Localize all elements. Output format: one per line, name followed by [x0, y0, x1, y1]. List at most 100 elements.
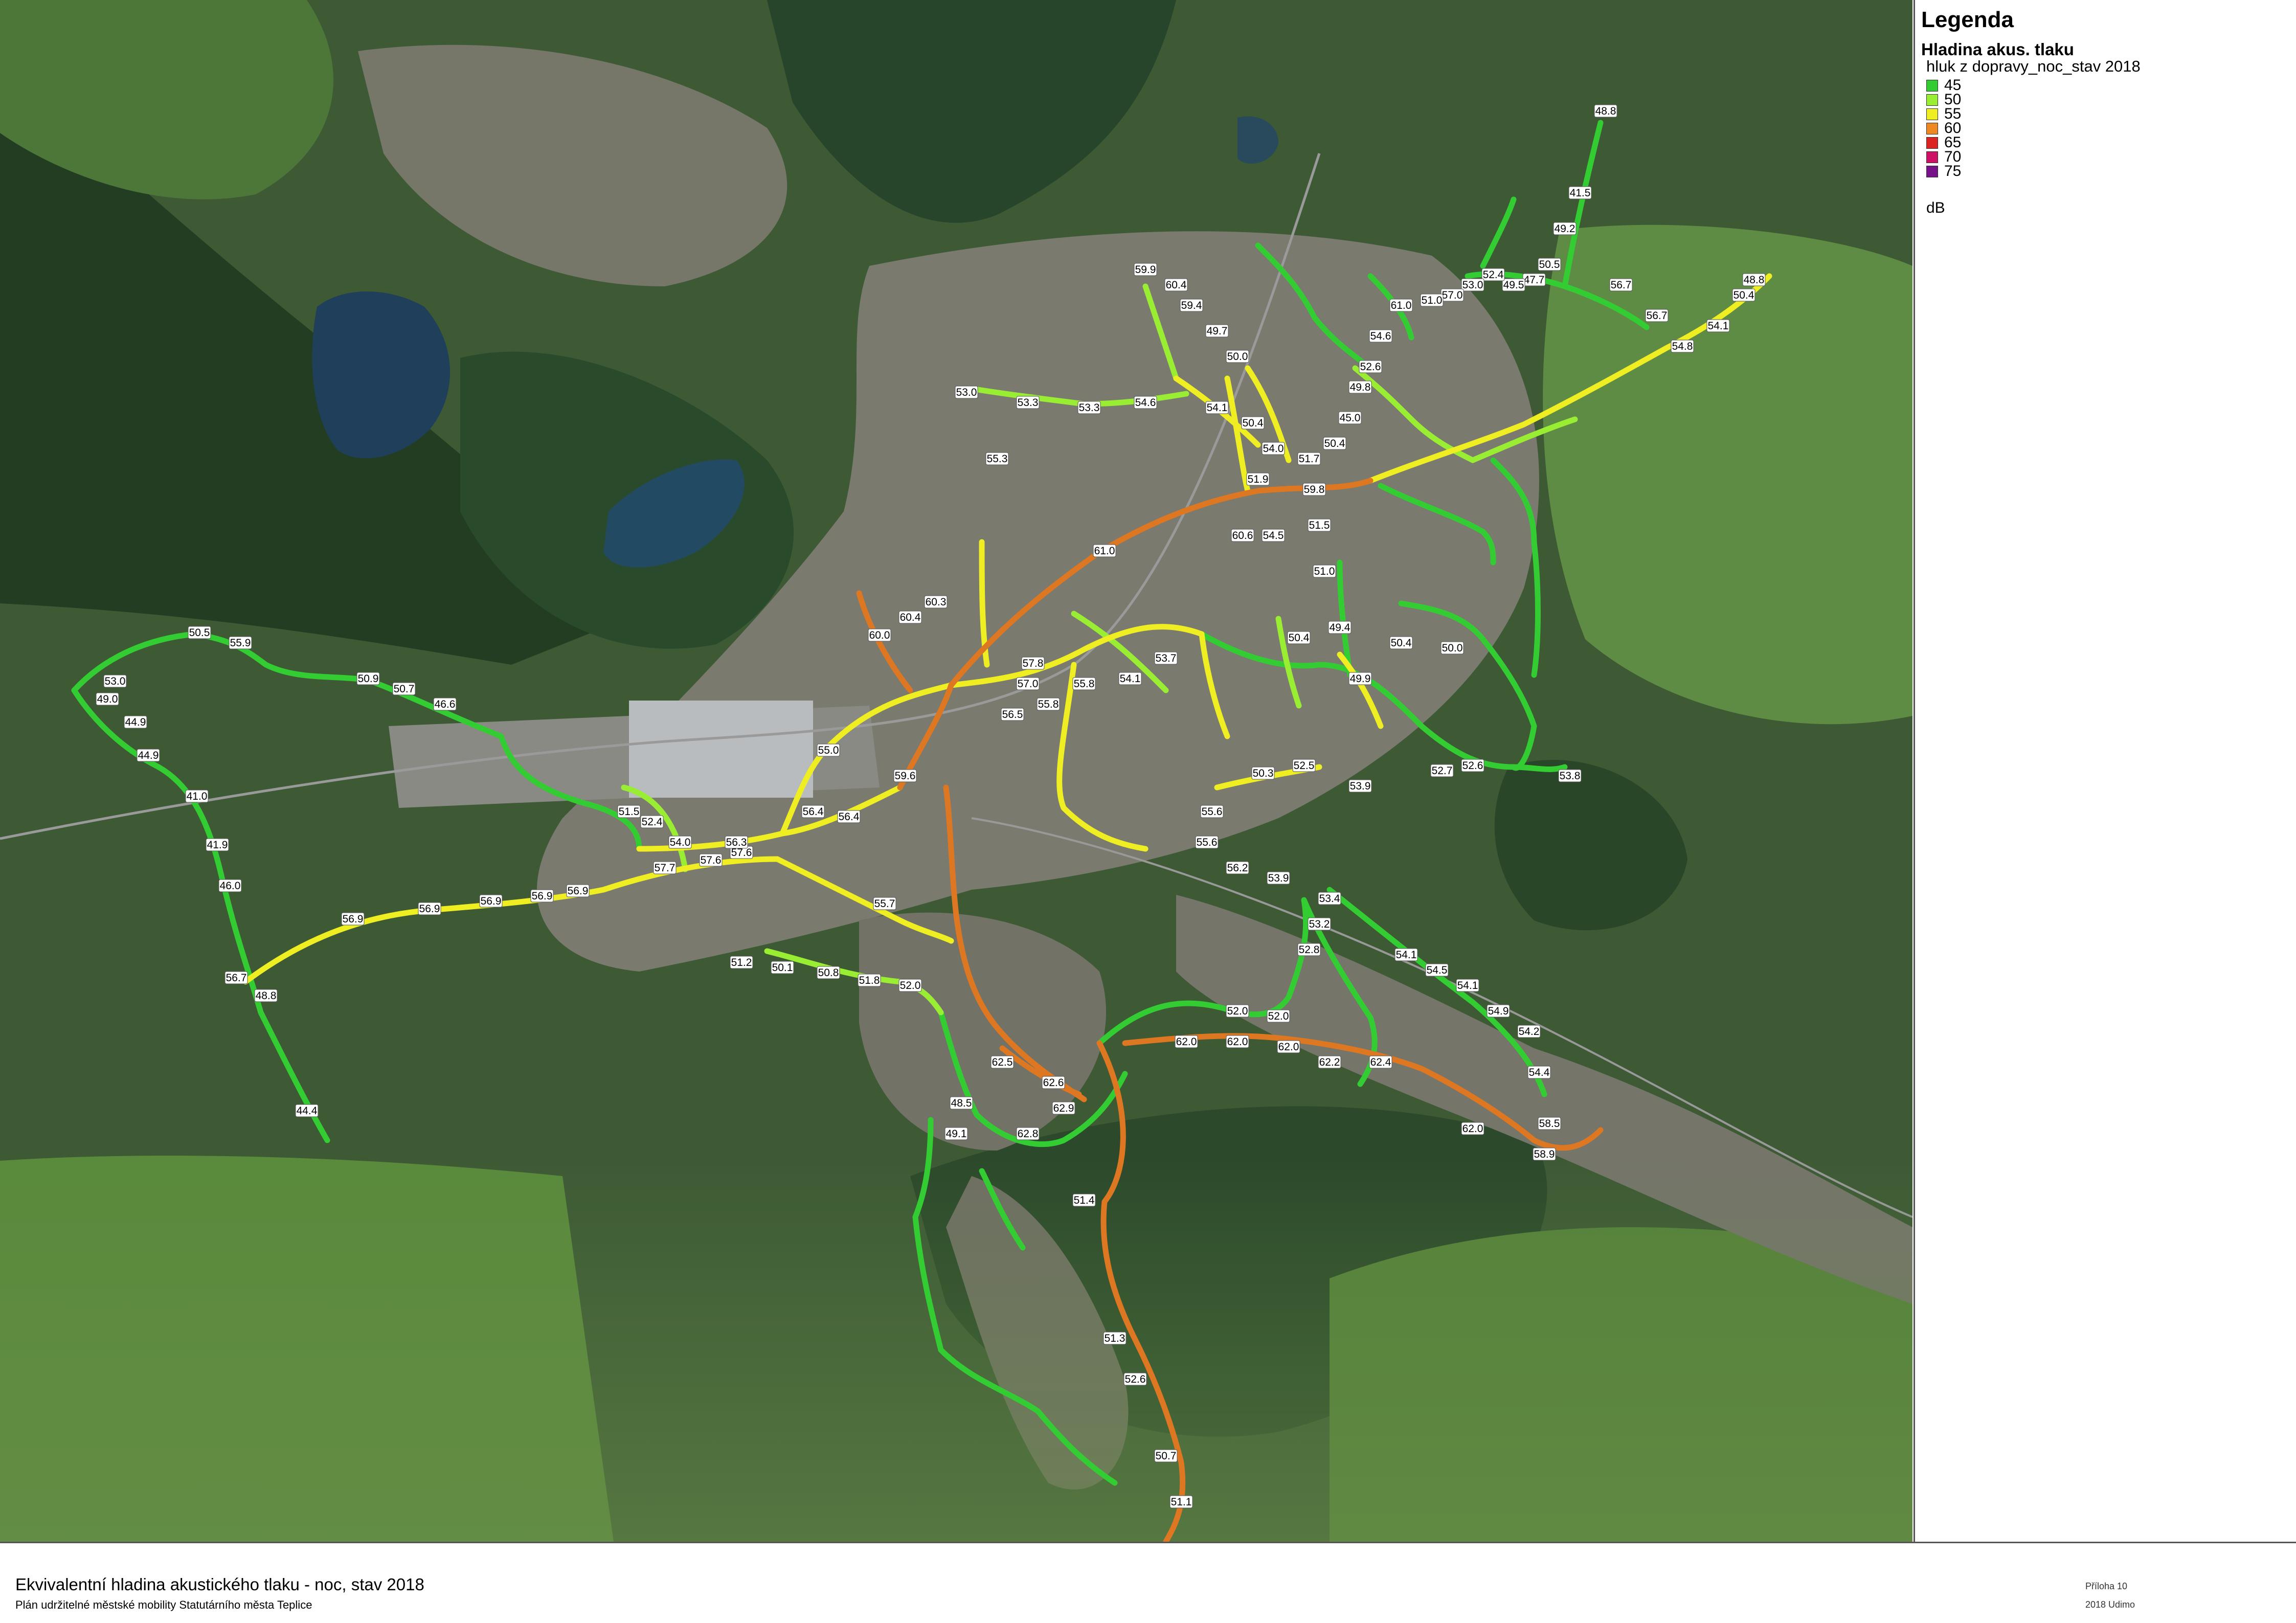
road-noise-label: 52.6 — [1461, 759, 1484, 772]
svg-text:54.1: 54.1 — [1708, 320, 1729, 332]
legend-swatch — [1926, 79, 1938, 92]
svg-text:62.0: 62.0 — [1462, 1123, 1483, 1135]
road-noise-label: 56.7 — [224, 971, 248, 984]
road-noise-label: 62.5 — [991, 1055, 1014, 1069]
road-noise-label: 51.9 — [1246, 472, 1270, 486]
svg-text:45.0: 45.0 — [1340, 412, 1361, 424]
road-noise-label: 55.8 — [1072, 677, 1096, 690]
svg-text:61.0: 61.0 — [1094, 545, 1115, 557]
road-noise-label: 52.7 — [1430, 764, 1454, 777]
svg-text:53.0: 53.0 — [956, 387, 977, 398]
svg-text:51.2: 51.2 — [731, 957, 752, 968]
svg-text:52.4: 52.4 — [1483, 269, 1504, 281]
svg-text:46.6: 46.6 — [435, 698, 456, 710]
svg-text:53.8: 53.8 — [1560, 770, 1581, 782]
legend-swatch — [1926, 151, 1938, 163]
road-noise-label: 52.4 — [1481, 268, 1505, 281]
road-noise-label: 55.0 — [817, 743, 840, 757]
road-noise-label: 53.3 — [1077, 401, 1101, 414]
road-noise-label: 53.0 — [103, 674, 127, 688]
road-noise-label: 57.0 — [1016, 677, 1040, 690]
road-noise-label: 52.5 — [1292, 759, 1316, 772]
road-noise-label: 62.2 — [1318, 1055, 1341, 1069]
svg-text:60.0: 60.0 — [869, 629, 890, 641]
road-noise-label: 53.7 — [1154, 651, 1178, 665]
svg-text:62.9: 62.9 — [1053, 1102, 1074, 1114]
svg-text:57.0: 57.0 — [1018, 678, 1039, 690]
svg-text:56.3: 56.3 — [726, 837, 747, 848]
road-noise-label: 50.4 — [1323, 437, 1346, 450]
road-noise-label: 61.0 — [1389, 299, 1413, 312]
road-noise-label: 51.3 — [1103, 1332, 1127, 1345]
svg-text:61.0: 61.0 — [1391, 300, 1412, 311]
legend-swatch — [1926, 165, 1938, 177]
svg-text:51.9: 51.9 — [1248, 474, 1269, 485]
svg-text:51.3: 51.3 — [1105, 1333, 1126, 1344]
road-noise-label: 51.0 — [1420, 294, 1444, 307]
road-noise-label: 62.0 — [1175, 1035, 1198, 1048]
svg-text:54.8: 54.8 — [1672, 341, 1693, 352]
road-noise-label: 56.2 — [1226, 861, 1249, 874]
road-noise-label: 54.1 — [1706, 319, 1730, 332]
svg-text:57.7: 57.7 — [655, 862, 676, 874]
svg-text:59.4: 59.4 — [1181, 300, 1202, 311]
svg-text:48.8: 48.8 — [1595, 105, 1616, 117]
road-noise-label: 58.9 — [1533, 1147, 1556, 1161]
road-noise-label: 51.1 — [1169, 1495, 1193, 1508]
road-noise-label: 60.3 — [924, 595, 948, 608]
road-noise-label: 49.9 — [1348, 672, 1372, 685]
road-noise-label: 57.7 — [653, 861, 677, 874]
svg-text:54.9: 54.9 — [1488, 1005, 1509, 1017]
svg-text:55.9: 55.9 — [230, 637, 251, 649]
road-noise-label: 50.4 — [1732, 288, 1755, 302]
map-title: Ekvivalentní hladina akustického tlaku -… — [15, 1575, 424, 1594]
svg-text:49.4: 49.4 — [1330, 622, 1350, 634]
road-noise-label: 50.0 — [1440, 641, 1464, 655]
road-noise-label: 49.8 — [1348, 380, 1372, 394]
road-noise-label: 62.8 — [1016, 1127, 1040, 1140]
road-noise-label: 52.0 — [898, 979, 922, 992]
road-noise-label: 61.0 — [1093, 544, 1116, 557]
road-noise-label: 56.5 — [1001, 708, 1024, 721]
road-noise-label: 53.2 — [1308, 917, 1331, 931]
svg-text:57.6: 57.6 — [701, 854, 722, 866]
svg-text:51.7: 51.7 — [1299, 453, 1320, 465]
road-noise-label: 54.9 — [1487, 1004, 1510, 1018]
svg-text:50.4: 50.4 — [1391, 637, 1412, 649]
svg-text:60.3: 60.3 — [926, 596, 947, 608]
svg-text:56.4: 56.4 — [803, 806, 824, 818]
road-noise-label: 56.4 — [801, 805, 825, 818]
svg-text:56.7: 56.7 — [226, 972, 247, 984]
svg-text:53.2: 53.2 — [1309, 918, 1330, 930]
legend-unit: dB — [1926, 199, 1945, 216]
road-noise-label: 54.1 — [1205, 401, 1229, 414]
svg-text:54.6: 54.6 — [1135, 397, 1156, 409]
road-noise-label: 55.3 — [985, 452, 1009, 465]
svg-text:53.3: 53.3 — [1018, 397, 1039, 409]
map-credit: 2018 Udimo — [2085, 1599, 2135, 1610]
svg-text:54.5: 54.5 — [1427, 964, 1448, 976]
road-noise-label: 62.0 — [1226, 1035, 1249, 1048]
svg-text:50.3: 50.3 — [1253, 768, 1274, 779]
svg-text:55.8: 55.8 — [1074, 678, 1095, 690]
svg-text:50.5: 50.5 — [189, 627, 210, 639]
road-noise-label: 50.7 — [1154, 1449, 1178, 1462]
svg-text:49.0: 49.0 — [97, 693, 118, 705]
factory-roof — [629, 701, 813, 798]
road-noise-label: 53.9 — [1348, 779, 1372, 793]
map-area[interactable]: 50.750.750.750.750.750.749.044.944.941.0… — [0, 0, 1912, 1542]
road-noise-label: 53.0 — [955, 386, 978, 399]
svg-text:50.7: 50.7 — [1156, 1450, 1177, 1462]
road-noise-label: 60.4 — [898, 611, 922, 624]
road-noise-label: 48.8 — [1742, 273, 1766, 286]
svg-text:52.6: 52.6 — [1125, 1373, 1146, 1385]
svg-text:54.6: 54.6 — [1370, 330, 1391, 342]
svg-text:56.5: 56.5 — [1002, 709, 1023, 720]
svg-text:54.2: 54.2 — [1519, 1026, 1540, 1038]
road-noise-label: 50.4 — [1241, 416, 1265, 430]
road-noise-label: 55.6 — [1195, 836, 1219, 849]
svg-text:56.9: 56.9 — [568, 885, 589, 897]
road-noise-label: 41.0 — [185, 790, 209, 803]
road-noise-label: 54.1 — [1394, 948, 1418, 961]
svg-text:59.8: 59.8 — [1304, 484, 1325, 495]
